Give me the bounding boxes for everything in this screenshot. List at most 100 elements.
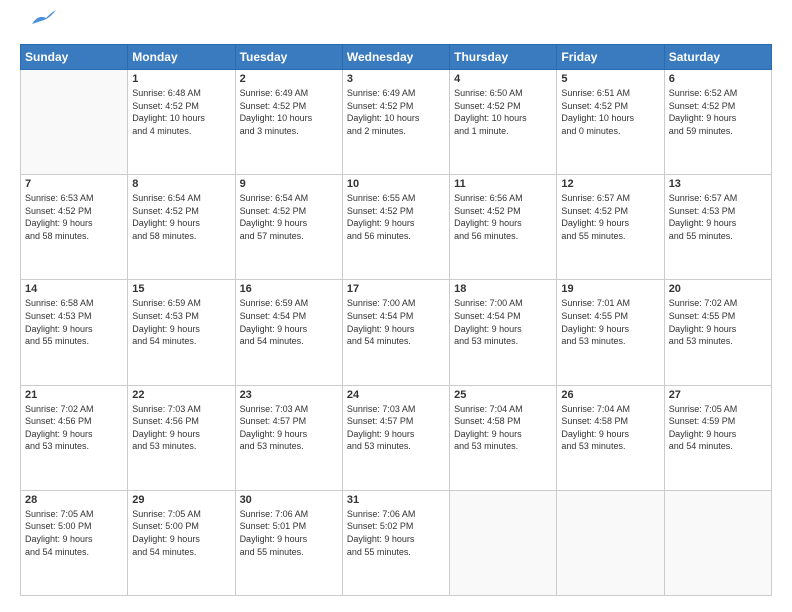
calendar-cell: 16 Sunrise: 6:59 AMSunset: 4:54 PMDayligh… xyxy=(235,280,342,385)
weekday-header-monday: Monday xyxy=(128,45,235,70)
calendar-cell xyxy=(557,490,664,595)
calendar-cell: 11 Sunrise: 6:56 AMSunset: 4:52 PMDayligh… xyxy=(450,175,557,280)
day-number: 21 xyxy=(25,389,123,401)
day-info: Sunrise: 6:58 AMSunset: 4:53 PMDaylight:… xyxy=(25,297,123,347)
day-info: Sunrise: 7:04 AMSunset: 4:58 PMDaylight:… xyxy=(561,403,659,453)
calendar-week-row: 14 Sunrise: 6:58 AMSunset: 4:53 PMDayligh… xyxy=(21,280,772,385)
day-number: 15 xyxy=(132,283,230,295)
day-number: 12 xyxy=(561,178,659,190)
day-number: 16 xyxy=(240,283,338,295)
day-info: Sunrise: 7:03 AMSunset: 4:57 PMDaylight:… xyxy=(240,403,338,453)
calendar-cell: 5 Sunrise: 6:51 AMSunset: 4:52 PMDaylight… xyxy=(557,70,664,175)
calendar-cell: 21 Sunrise: 7:02 AMSunset: 4:56 PMDayligh… xyxy=(21,385,128,490)
day-info: Sunrise: 7:04 AMSunset: 4:58 PMDaylight:… xyxy=(454,403,552,453)
day-number: 20 xyxy=(669,283,767,295)
day-number: 9 xyxy=(240,178,338,190)
day-info: Sunrise: 6:49 AMSunset: 4:52 PMDaylight:… xyxy=(240,87,338,137)
calendar-cell: 23 Sunrise: 7:03 AMSunset: 4:57 PMDayligh… xyxy=(235,385,342,490)
calendar-cell: 12 Sunrise: 6:57 AMSunset: 4:52 PMDayligh… xyxy=(557,175,664,280)
day-info: Sunrise: 7:02 AMSunset: 4:56 PMDaylight:… xyxy=(25,403,123,453)
day-info: Sunrise: 7:03 AMSunset: 4:57 PMDaylight:… xyxy=(347,403,445,453)
calendar-cell: 13Sunrise: 6:57 AMSunset: 4:53 PMDayligh… xyxy=(664,175,771,280)
day-number: 2 xyxy=(240,73,338,85)
day-number: 8 xyxy=(132,178,230,190)
calendar-table: SundayMondayTuesdayWednesdayThursdayFrid… xyxy=(20,44,772,596)
day-number: 30 xyxy=(240,494,338,506)
calendar-cell: 24 Sunrise: 7:03 AMSunset: 4:57 PMDayligh… xyxy=(342,385,449,490)
day-number: 14 xyxy=(25,283,123,295)
day-info: Sunrise: 6:50 AMSunset: 4:52 PMDaylight:… xyxy=(454,87,552,137)
calendar-cell: 6 Sunrise: 6:52 AMSunset: 4:52 PMDaylight… xyxy=(664,70,771,175)
logo-bird-icon xyxy=(24,10,56,32)
calendar-cell: 9 Sunrise: 6:54 AMSunset: 4:52 PMDaylight… xyxy=(235,175,342,280)
weekday-header-tuesday: Tuesday xyxy=(235,45,342,70)
calendar-week-row: 7 Sunrise: 6:53 AMSunset: 4:52 PMDaylight… xyxy=(21,175,772,280)
day-number: 3 xyxy=(347,73,445,85)
day-info: Sunrise: 6:54 AMSunset: 4:52 PMDaylight:… xyxy=(132,192,230,242)
calendar-week-row: 21 Sunrise: 7:02 AMSunset: 4:56 PMDayligh… xyxy=(21,385,772,490)
calendar-cell: 10Sunrise: 6:55 AMSunset: 4:52 PMDayligh… xyxy=(342,175,449,280)
logo xyxy=(20,16,56,34)
day-number: 5 xyxy=(561,73,659,85)
day-number: 25 xyxy=(454,389,552,401)
day-info: Sunrise: 7:03 AMSunset: 4:56 PMDaylight:… xyxy=(132,403,230,453)
day-number: 18 xyxy=(454,283,552,295)
calendar-cell: 3 Sunrise: 6:49 AMSunset: 4:52 PMDaylight… xyxy=(342,70,449,175)
day-info: Sunrise: 6:53 AMSunset: 4:52 PMDaylight:… xyxy=(25,192,123,242)
day-number: 6 xyxy=(669,73,767,85)
weekday-header-sunday: Sunday xyxy=(21,45,128,70)
day-number: 7 xyxy=(25,178,123,190)
day-number: 10 xyxy=(347,178,445,190)
day-number: 26 xyxy=(561,389,659,401)
weekday-header-thursday: Thursday xyxy=(450,45,557,70)
calendar-cell: 27Sunrise: 7:05 AMSunset: 4:59 PMDayligh… xyxy=(664,385,771,490)
calendar-cell: 29 Sunrise: 7:05 AMSunset: 5:00 PMDayligh… xyxy=(128,490,235,595)
day-info: Sunrise: 7:06 AMSunset: 5:01 PMDaylight:… xyxy=(240,508,338,558)
calendar-cell: 1Sunrise: 6:48 AMSunset: 4:52 PMDaylight… xyxy=(128,70,235,175)
day-info: Sunrise: 7:05 AMSunset: 5:00 PMDaylight:… xyxy=(25,508,123,558)
calendar-cell: 25 Sunrise: 7:04 AMSunset: 4:58 PMDayligh… xyxy=(450,385,557,490)
calendar-cell xyxy=(664,490,771,595)
day-number: 17 xyxy=(347,283,445,295)
calendar-cell: 8 Sunrise: 6:54 AMSunset: 4:52 PMDaylight… xyxy=(128,175,235,280)
calendar-cell: 19 Sunrise: 7:01 AMSunset: 4:55 PMDayligh… xyxy=(557,280,664,385)
day-number: 4 xyxy=(454,73,552,85)
calendar-cell: 7 Sunrise: 6:53 AMSunset: 4:52 PMDaylight… xyxy=(21,175,128,280)
day-info: Sunrise: 6:54 AMSunset: 4:52 PMDaylight:… xyxy=(240,192,338,242)
calendar-cell: 15 Sunrise: 6:59 AMSunset: 4:53 PMDayligh… xyxy=(128,280,235,385)
weekday-header-wednesday: Wednesday xyxy=(342,45,449,70)
calendar-cell xyxy=(450,490,557,595)
calendar-cell: 28Sunrise: 7:05 AMSunset: 5:00 PMDayligh… xyxy=(21,490,128,595)
day-info: Sunrise: 6:59 AMSunset: 4:53 PMDaylight:… xyxy=(132,297,230,347)
day-number: 24 xyxy=(347,389,445,401)
day-info: Sunrise: 7:01 AMSunset: 4:55 PMDaylight:… xyxy=(561,297,659,347)
header xyxy=(20,16,772,34)
day-number: 19 xyxy=(561,283,659,295)
day-info: Sunrise: 6:57 AMSunset: 4:53 PMDaylight:… xyxy=(669,192,767,242)
calendar-cell: 22Sunrise: 7:03 AMSunset: 4:56 PMDayligh… xyxy=(128,385,235,490)
calendar-cell: 30 Sunrise: 7:06 AMSunset: 5:01 PMDayligh… xyxy=(235,490,342,595)
day-number: 29 xyxy=(132,494,230,506)
day-info: Sunrise: 6:52 AMSunset: 4:52 PMDaylight:… xyxy=(669,87,767,137)
day-info: Sunrise: 7:06 AMSunset: 5:02 PMDaylight:… xyxy=(347,508,445,558)
calendar-cell: 18Sunrise: 7:00 AMSunset: 4:54 PMDayligh… xyxy=(450,280,557,385)
day-info: Sunrise: 7:00 AMSunset: 4:54 PMDaylight:… xyxy=(347,297,445,347)
day-number: 11 xyxy=(454,178,552,190)
weekday-header-friday: Friday xyxy=(557,45,664,70)
day-info: Sunrise: 7:05 AMSunset: 5:00 PMDaylight:… xyxy=(132,508,230,558)
day-number: 23 xyxy=(240,389,338,401)
calendar-cell: 17 Sunrise: 7:00 AMSunset: 4:54 PMDayligh… xyxy=(342,280,449,385)
calendar-cell: 4 Sunrise: 6:50 AMSunset: 4:52 PMDaylight… xyxy=(450,70,557,175)
day-info: Sunrise: 7:02 AMSunset: 4:55 PMDaylight:… xyxy=(669,297,767,347)
calendar-week-row: 28Sunrise: 7:05 AMSunset: 5:00 PMDayligh… xyxy=(21,490,772,595)
day-info: Sunrise: 6:59 AMSunset: 4:54 PMDaylight:… xyxy=(240,297,338,347)
calendar-cell xyxy=(21,70,128,175)
day-info: Sunrise: 6:49 AMSunset: 4:52 PMDaylight:… xyxy=(347,87,445,137)
weekday-header-row: SundayMondayTuesdayWednesdayThursdayFrid… xyxy=(21,45,772,70)
day-number: 1 xyxy=(132,73,230,85)
day-info: Sunrise: 7:05 AMSunset: 4:59 PMDaylight:… xyxy=(669,403,767,453)
day-info: Sunrise: 6:51 AMSunset: 4:52 PMDaylight:… xyxy=(561,87,659,137)
day-info: Sunrise: 6:56 AMSunset: 4:52 PMDaylight:… xyxy=(454,192,552,242)
calendar-cell: 31Sunrise: 7:06 AMSunset: 5:02 PMDayligh… xyxy=(342,490,449,595)
day-info: Sunrise: 6:57 AMSunset: 4:52 PMDaylight:… xyxy=(561,192,659,242)
